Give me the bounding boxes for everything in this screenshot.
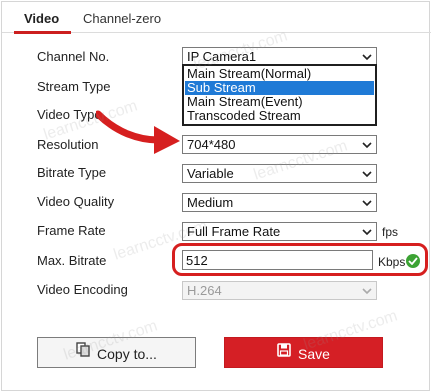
max-bitrate-label: Max. Bitrate xyxy=(37,253,107,268)
stream-option-main-event[interactable]: Main Stream(Event) xyxy=(185,95,374,109)
video-settings-panel: Video Channel-zero Channel No. Stream Ty… xyxy=(1,1,431,391)
chevron-down-icon xyxy=(362,52,372,62)
video-quality-label: Video Quality xyxy=(37,194,115,209)
max-bitrate-input[interactable] xyxy=(182,250,373,270)
channel-no-label: Channel No. xyxy=(37,49,110,64)
resolution-value: 704*480 xyxy=(187,137,236,152)
copy-to-button[interactable]: Copy to... xyxy=(37,337,196,368)
floppy-disk-icon xyxy=(277,337,291,368)
video-encoding-label: Video Encoding xyxy=(37,282,128,297)
video-quality-value: Medium xyxy=(187,195,234,210)
tab-bar: Video Channel-zero xyxy=(2,2,431,34)
video-quality-select[interactable]: Medium xyxy=(182,193,377,212)
chevron-down-icon xyxy=(362,198,372,208)
active-tab-indicator xyxy=(14,31,71,34)
frame-rate-label: Frame Rate xyxy=(37,223,106,238)
video-encoding-select: H.264 xyxy=(182,281,377,300)
video-type-label: Video Type xyxy=(37,107,102,122)
stream-type-dropdown-list[interactable]: Main Stream(Normal) Sub Stream Main Stre… xyxy=(182,64,377,126)
save-button[interactable]: Save xyxy=(224,337,383,368)
tab-video[interactable]: Video xyxy=(24,11,59,27)
bitrate-type-value: Variable xyxy=(187,166,234,181)
stream-option-main-normal[interactable]: Main Stream(Normal) xyxy=(185,67,374,81)
chevron-down-icon xyxy=(362,169,372,179)
bitrate-type-label: Bitrate Type xyxy=(37,165,107,180)
chevron-down-icon xyxy=(362,140,372,150)
copy-to-label: Copy to... xyxy=(97,345,157,362)
check-circle-icon xyxy=(406,254,420,268)
resolution-select[interactable]: 704*480 xyxy=(182,135,377,154)
chevron-down-icon xyxy=(362,286,372,296)
frame-rate-select[interactable]: Full Frame Rate xyxy=(182,222,377,241)
stream-type-label: Stream Type xyxy=(37,79,111,94)
bitrate-type-select[interactable]: Variable xyxy=(182,164,377,183)
stream-option-sub[interactable]: Sub Stream xyxy=(185,81,374,95)
resolution-label: Resolution xyxy=(37,137,99,152)
chevron-down-icon xyxy=(362,227,372,237)
max-bitrate-unit: Kbps xyxy=(378,255,406,269)
tab-channel-zero[interactable]: Channel-zero xyxy=(83,11,161,27)
video-encoding-value: H.264 xyxy=(187,283,222,298)
frame-rate-unit: fps xyxy=(382,225,399,239)
save-label: Save xyxy=(298,345,330,362)
frame-rate-value: Full Frame Rate xyxy=(187,224,281,239)
copy-icon xyxy=(76,337,90,368)
channel-no-value: IP Camera1 xyxy=(187,49,257,64)
stream-option-transcoded[interactable]: Transcoded Stream xyxy=(185,109,374,123)
arrow-annotation-icon xyxy=(96,110,180,154)
